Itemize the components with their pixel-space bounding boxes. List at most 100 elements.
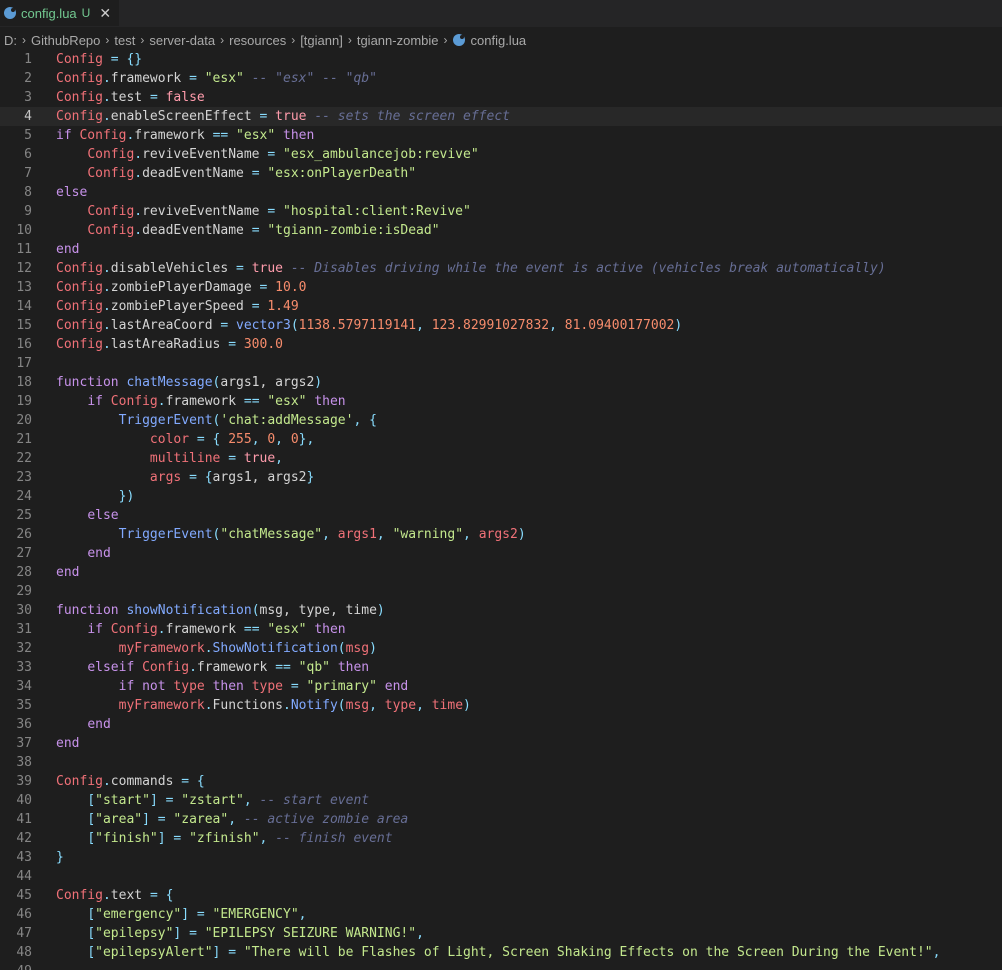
code-line[interactable]: 4 Config.enableScreenEffect = true -- set… bbox=[0, 107, 1002, 126]
code-line[interactable]: 16 Config.lastAreaRadius = 300.0 bbox=[0, 335, 1002, 354]
line-number: 33 bbox=[16, 660, 32, 675]
code-line[interactable]: 29 bbox=[0, 582, 1002, 601]
code-line[interactable]: 47 ["epilepsy"] = "EPILEPSY SEIZURE WARN… bbox=[0, 924, 1002, 943]
code-token: then bbox=[283, 128, 315, 143]
code-token: TriggerEvent bbox=[118, 413, 213, 428]
line-number: 14 bbox=[16, 299, 32, 314]
code-line[interactable]: 11 end bbox=[0, 240, 1002, 259]
breadcrumb-item[interactable]: test bbox=[114, 33, 135, 48]
code-line[interactable]: 15 Config.lastAreaCoord = vector3(1138.57… bbox=[0, 316, 1002, 335]
code-text: args = {args1, args2} bbox=[56, 468, 314, 487]
breadcrumb-item[interactable]: tgiann-zombie bbox=[357, 33, 439, 48]
code-line[interactable]: 28 end bbox=[0, 563, 1002, 582]
code-token: = bbox=[228, 337, 237, 352]
code-token: , bbox=[463, 527, 479, 542]
code-line[interactable]: 30 function showNotification(msg, type, t… bbox=[0, 601, 1002, 620]
code-line[interactable]: 39 Config.commands = { bbox=[0, 772, 1002, 791]
code-line[interactable]: 6 Config.reviveEventName = "esx_ambulanc… bbox=[0, 145, 1002, 164]
line-number: 48 bbox=[16, 945, 32, 960]
code-line[interactable]: 9 Config.reviveEventName = "hospital:cli… bbox=[0, 202, 1002, 221]
code-line[interactable]: 10 Config.deadEventName = "tgiann-zombie… bbox=[0, 221, 1002, 240]
breadcrumb-item[interactable]: [tgiann] bbox=[300, 33, 343, 48]
code-token: , bbox=[932, 945, 941, 960]
code-line[interactable]: 8 else bbox=[0, 183, 1002, 202]
code-token: Config bbox=[110, 394, 158, 409]
code-line[interactable]: 22 multiline = true, bbox=[0, 449, 1002, 468]
lua-file-icon bbox=[452, 34, 465, 46]
breadcrumb-item[interactable]: D: bbox=[4, 33, 17, 48]
code-line[interactable]: 44 bbox=[0, 867, 1002, 886]
code-line[interactable]: 18 function chatMessage(args1, args2) bbox=[0, 373, 1002, 392]
code-token: ) bbox=[674, 318, 683, 333]
code-line[interactable]: 2 Config.framework = "esx" -- "esx" -- "q… bbox=[0, 69, 1002, 88]
line-number: 19 bbox=[16, 394, 32, 409]
code-line[interactable]: 33 elseif Config.framework == "qb" then bbox=[0, 658, 1002, 677]
code-line[interactable]: 12 Config.disableVehicles = true -- Disab… bbox=[0, 259, 1002, 278]
breadcrumb-item[interactable]: config.lua bbox=[471, 33, 527, 48]
code-line[interactable]: 27 end bbox=[0, 544, 1002, 563]
code-line[interactable]: 37 end bbox=[0, 734, 1002, 753]
code-token: = bbox=[236, 261, 244, 276]
code-line[interactable]: 5 if Config.framework == "esx" then bbox=[0, 126, 1002, 145]
code-editor[interactable]: 1 Config = {} 2 Config.framework = "esx" --… bbox=[0, 50, 1002, 970]
code-line[interactable]: 20 TriggerEvent('chat:addMessage', { bbox=[0, 411, 1002, 430]
code-line[interactable]: 26 TriggerEvent("chatMessage", args1, "w… bbox=[0, 525, 1002, 544]
code-line[interactable]: 32 myFramework.ShowNotification(msg) bbox=[0, 639, 1002, 658]
breadcrumb-item[interactable]: resources bbox=[229, 33, 286, 48]
code-token: . bbox=[283, 698, 291, 713]
code-line[interactable]: 34 if not type then type = "primary" end bbox=[0, 677, 1002, 696]
code-token: 81.09400177002 bbox=[564, 318, 675, 333]
code-token: true bbox=[243, 451, 276, 466]
code-line[interactable]: 19 if Config.framework == "esx" then bbox=[0, 392, 1002, 411]
code-token: , bbox=[228, 812, 237, 827]
code-line[interactable]: 48 ["epilepsyAlert"] = "There will be Fl… bbox=[0, 943, 1002, 962]
code-line[interactable]: 13 Config.zombiePlayerDamage = 10.0 bbox=[0, 278, 1002, 297]
chevron-right-icon: › bbox=[105, 33, 110, 47]
code-line[interactable]: 25 else bbox=[0, 506, 1002, 525]
code-line[interactable]: 14 Config.zombiePlayerSpeed = 1.49 bbox=[0, 297, 1002, 316]
line-number: 35 bbox=[16, 698, 32, 713]
code-line[interactable]: 36 end bbox=[0, 715, 1002, 734]
code-line[interactable]: 35 myFramework.Functions.Notify(msg, typ… bbox=[0, 696, 1002, 715]
breadcrumb-item[interactable]: GithubRepo bbox=[31, 33, 100, 48]
code-line[interactable]: 24 }) bbox=[0, 487, 1002, 506]
code-token: "EPILEPSY SEIZURE WARNING!" bbox=[204, 926, 417, 941]
code-line[interactable]: 43} bbox=[0, 848, 1002, 867]
code-text: ["epilepsy"] = "EPILEPSY SEIZURE WARNING… bbox=[56, 924, 424, 943]
close-icon[interactable]: ✕ bbox=[99, 5, 111, 22]
code-line[interactable]: 23 args = {args1, args2} bbox=[0, 468, 1002, 487]
tab-config-lua[interactable]: config.lua U ✕ bbox=[0, 0, 120, 26]
code-token: Config bbox=[56, 71, 103, 86]
code-line[interactable]: 46 ["emergency"] = "EMERGENCY", bbox=[0, 905, 1002, 924]
code-line[interactable]: 49 bbox=[0, 962, 1002, 970]
breadcrumb-item[interactable]: server-data bbox=[149, 33, 215, 48]
code-token: "emergency" bbox=[95, 907, 182, 922]
code-line[interactable]: 40 ["start"] = "zstart", -- start event bbox=[0, 791, 1002, 810]
code-line[interactable]: 42 ["finish"] = "zfinish", -- finish eve… bbox=[0, 829, 1002, 848]
code-token: end bbox=[56, 565, 80, 580]
code-line[interactable]: 45 Config.text = { bbox=[0, 886, 1002, 905]
code-token: ) bbox=[517, 527, 526, 542]
code-line[interactable]: 3 Config.test = false bbox=[0, 88, 1002, 107]
code-line[interactable]: 21 color = { 255, 0, 0}, bbox=[0, 430, 1002, 449]
code-line[interactable]: 17 bbox=[0, 354, 1002, 373]
code-line[interactable]: 38 bbox=[0, 753, 1002, 772]
line-number: 17 bbox=[16, 356, 32, 371]
code-token: [ bbox=[87, 926, 96, 941]
code-line[interactable]: 1 Config = {} bbox=[0, 50, 1002, 69]
code-line[interactable]: 31 if Config.framework == "esx" then bbox=[0, 620, 1002, 639]
code-line[interactable]: 7 Config.deadEventName = "esx:onPlayerDe… bbox=[0, 164, 1002, 183]
code-token: = bbox=[290, 679, 299, 694]
code-token: else bbox=[87, 508, 119, 523]
code-line[interactable]: 41 ["area"] = "zarea", -- active zombie … bbox=[0, 810, 1002, 829]
